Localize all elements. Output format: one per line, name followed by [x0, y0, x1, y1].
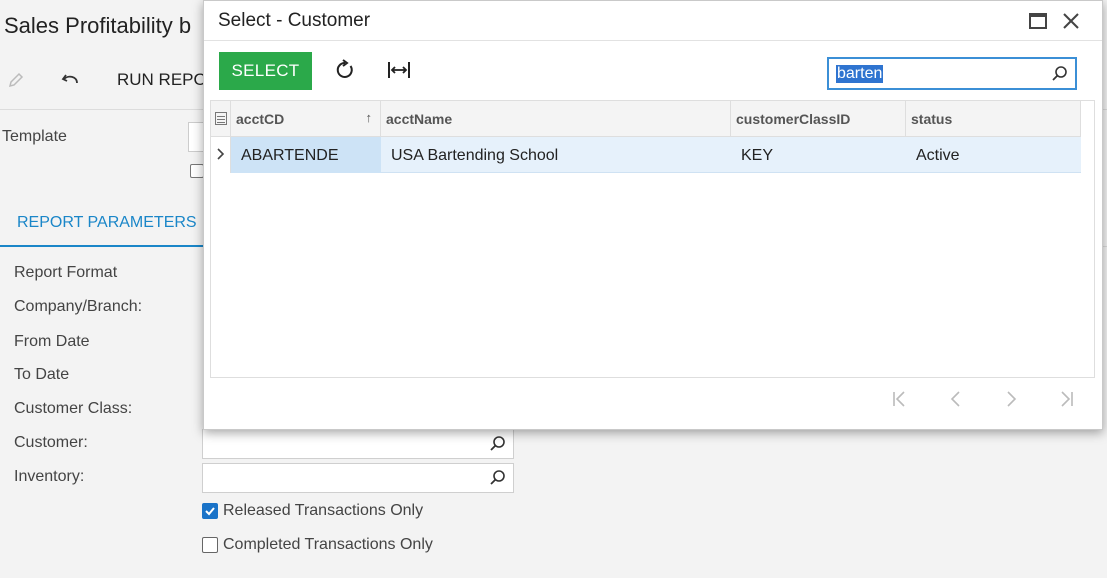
report-format-label: Report Format [14, 264, 118, 281]
sort-ascending-icon: ↑ [365, 110, 373, 125]
previous-page-icon[interactable] [944, 387, 968, 411]
column-header-status[interactable]: status [906, 101, 1081, 137]
released-transactions-label: Released Transactions Only [223, 502, 424, 519]
select-button[interactable]: SELECT [219, 52, 312, 90]
row-selector[interactable] [211, 137, 231, 173]
from-date-label: From Date [14, 333, 90, 350]
inventory-field[interactable] [202, 463, 514, 493]
column-config-button[interactable] [211, 101, 231, 137]
close-icon[interactable] [1060, 10, 1082, 32]
customer-class-label: Customer Class: [14, 400, 133, 417]
template-checkbox[interactable] [190, 164, 204, 178]
template-label: Template [2, 128, 67, 145]
next-page-icon[interactable] [999, 387, 1023, 411]
column-header-acctcd[interactable]: acctCD ↑ [231, 101, 381, 137]
inventory-label: Inventory: [14, 468, 85, 485]
select-customer-dialog: Select - Customer SELECT barten acctCD ↑… [203, 0, 1103, 430]
customer-label: Customer: [14, 434, 88, 451]
customer-field[interactable] [202, 429, 514, 459]
cell-customerclassid[interactable]: KEY [731, 137, 906, 173]
to-date-label: To Date [14, 366, 70, 383]
customer-grid: acctCD ↑ acctName customerClassID status… [210, 100, 1095, 378]
column-config-icon [215, 112, 227, 125]
run-report-button[interactable]: RUN REPO [117, 70, 207, 90]
column-header-acctname[interactable]: acctName [381, 101, 731, 137]
tab-report-parameters[interactable]: REPORT PARAMETERS [0, 205, 213, 247]
page-title: Sales Profitability b [4, 13, 192, 38]
search-input-value: barten [836, 65, 884, 83]
edit-icon[interactable] [4, 70, 28, 94]
cell-acctcd[interactable]: ABARTENDE [231, 137, 381, 173]
table-row[interactable]: ABARTENDE USA Bartending School KEY Acti… [211, 137, 1081, 173]
grid-header: acctCD ↑ acctName customerClassID status [211, 101, 1081, 137]
maximize-icon[interactable] [1029, 13, 1047, 29]
refresh-icon[interactable] [334, 59, 356, 81]
dialog-title: Select - Customer [218, 10, 371, 31]
fit-to-screen-icon[interactable] [387, 59, 411, 81]
last-page-icon[interactable] [1054, 387, 1078, 411]
column-header-label: acctCD [236, 111, 285, 127]
released-transactions-checkbox[interactable] [202, 503, 218, 519]
pager [884, 387, 1084, 411]
search-icon[interactable] [489, 469, 507, 487]
undo-icon[interactable] [59, 70, 83, 94]
dialog-header: Select - Customer [204, 1, 1102, 41]
first-page-icon[interactable] [888, 387, 912, 411]
company-branch-label: Company/Branch: [14, 298, 143, 315]
chevron-right-icon [217, 148, 225, 160]
column-header-customerclassid[interactable]: customerClassID [731, 101, 906, 137]
completed-transactions-label: Completed Transactions Only [223, 536, 433, 553]
completed-transactions-checkbox[interactable] [202, 537, 218, 553]
checkmark-icon [205, 507, 215, 516]
search-icon[interactable] [489, 435, 507, 453]
cell-status[interactable]: Active [906, 137, 1081, 173]
search-icon[interactable] [1051, 65, 1069, 83]
search-input[interactable]: barten [827, 57, 1077, 90]
cell-acctname[interactable]: USA Bartending School [381, 137, 731, 173]
